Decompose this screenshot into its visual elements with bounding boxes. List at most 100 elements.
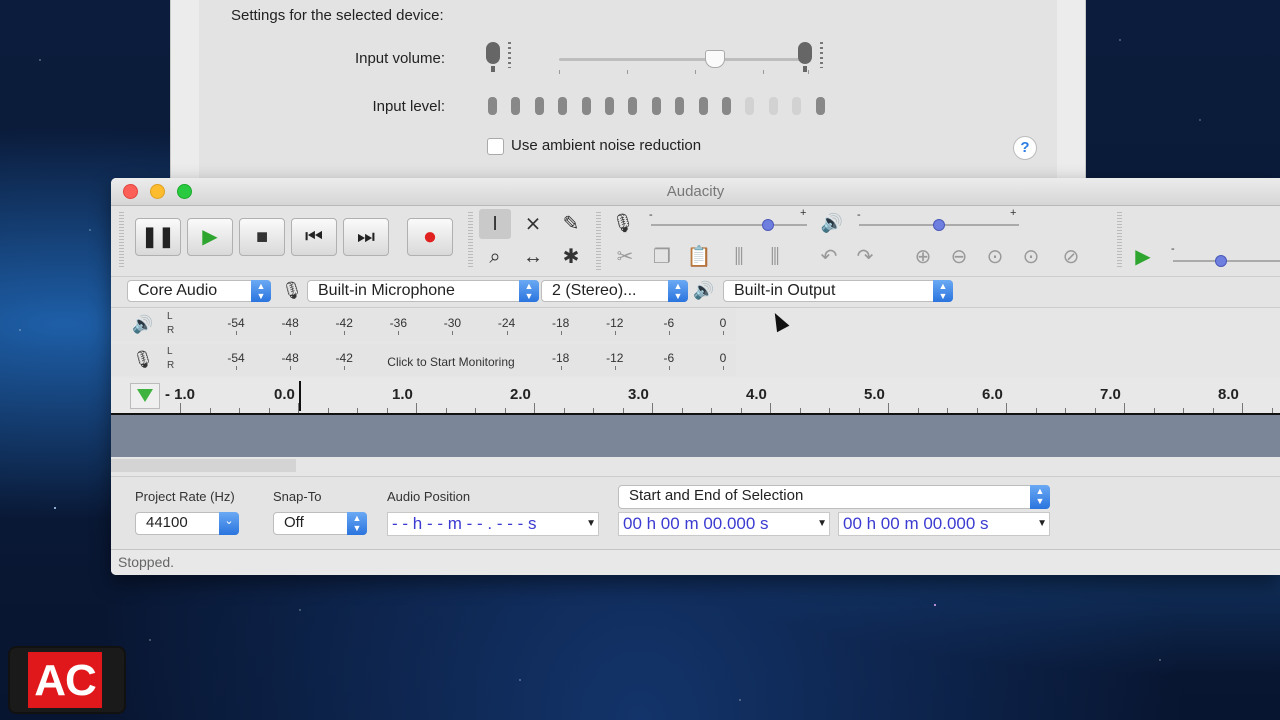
selection-end-field[interactable]: 00 h 00 m 00.000 s ▼ xyxy=(838,512,1050,536)
playback-volume-thumb[interactable] xyxy=(933,219,945,231)
title-bar[interactable]: Audacity xyxy=(111,178,1280,206)
meter-grip[interactable] xyxy=(596,212,601,272)
ruler-tick xyxy=(740,408,742,413)
selection-start-field[interactable]: 00 h 00 m 00.000 s ▼ xyxy=(618,512,830,536)
scrollbar-thumb[interactable] xyxy=(111,459,296,472)
mic-high-icon xyxy=(798,42,812,72)
track-area[interactable] xyxy=(111,415,1280,457)
help-button[interactable]: ? xyxy=(1013,136,1037,160)
recording-volume-slider[interactable] xyxy=(651,219,807,231)
trim-button[interactable]: ⫼ xyxy=(723,242,755,272)
fit-project-button[interactable]: ⊙ xyxy=(1015,242,1047,272)
tools-grip[interactable] xyxy=(468,212,473,268)
envelope-tool[interactable]: ⨯ xyxy=(517,209,549,239)
meter-scale-tick xyxy=(560,366,562,370)
dropdown-arrow-icon: ▼ xyxy=(586,518,596,529)
ruler-label: 5.0 xyxy=(864,386,885,403)
record-volume-mic-icon: 🎙 xyxy=(611,213,635,233)
play-at-speed-thumb[interactable] xyxy=(1215,255,1227,267)
zoom-tool[interactable]: ⌕ xyxy=(479,242,511,272)
stop-icon: ■ xyxy=(255,226,269,248)
zoom-in-button[interactable]: ⊕ xyxy=(907,242,939,272)
meter-scale-tick xyxy=(506,331,508,335)
meter-scale-tick xyxy=(614,366,616,370)
input-level-segment xyxy=(651,97,661,115)
skip-to-end-button[interactable]: ⏭ xyxy=(343,218,389,256)
play-head-triangle-icon xyxy=(137,389,153,402)
input-device-value: Built-in Microphone xyxy=(318,282,455,299)
pin-button[interactable] xyxy=(130,383,160,409)
scissors-icon: ✂ xyxy=(616,246,634,268)
zoom-toggle-button[interactable]: ⊘ xyxy=(1055,242,1087,272)
input-settings-section: Settings for the selected device: Input … xyxy=(199,0,1057,178)
ambient-noise-checkbox[interactable] xyxy=(487,138,504,155)
settings-heading: Settings for the selected device: xyxy=(231,7,444,24)
meter-scale-tick xyxy=(290,331,292,335)
audio-position-field[interactable]: - - h - - m - - . - - - s ▼ xyxy=(387,512,599,536)
ruler-tick xyxy=(1153,408,1155,413)
playback-volume-speaker-icon: 🔊 xyxy=(820,213,844,233)
meter-scale-label: -12 xyxy=(606,351,624,365)
meter-channel-left: L xyxy=(167,311,173,322)
meter-scale-tick xyxy=(560,331,562,335)
pause-button[interactable]: ❚❚ xyxy=(135,218,181,256)
record-meter[interactable]: Click to Start Monitoring -54 -48 -42 -18 -1… xyxy=(179,348,729,372)
undo-button[interactable]: ↶ xyxy=(813,242,845,272)
audio-host-value: Core Audio xyxy=(138,282,218,299)
selection-mode-select[interactable]: Start and End of Selection ▲ ▼ xyxy=(618,485,1050,509)
play-at-speed-button[interactable]: ▶ xyxy=(1127,242,1159,272)
meter-scale-label: -48 xyxy=(281,316,299,330)
input-device-select[interactable]: Built-in Microphone ▲ ▼ xyxy=(307,280,539,302)
monitor-hint[interactable]: Click to Start Monitoring xyxy=(387,355,514,369)
meter-scale-tick xyxy=(723,331,724,335)
channel-logo: AC xyxy=(8,646,126,714)
cursor-line xyxy=(299,381,301,411)
play-at-speed-grip[interactable] xyxy=(1117,212,1122,268)
input-volume-label: Input volume: xyxy=(354,50,445,67)
horizontal-scrollbar[interactable] xyxy=(111,457,1280,475)
i-beam-icon: Ι xyxy=(492,213,498,235)
audio-position-label: Audio Position xyxy=(387,489,471,504)
input-volume-thumb[interactable] xyxy=(705,50,725,68)
output-device-select[interactable]: Built-in Output ▲ ▼ xyxy=(723,280,953,302)
input-volume-slider[interactable] xyxy=(559,50,809,74)
play-button[interactable]: ▶ xyxy=(187,218,233,256)
audio-position-value: - - h - - m - - . - - - s xyxy=(392,514,537,533)
meter-scale-label: -24 xyxy=(497,316,516,330)
zoom-out-button[interactable]: ⊖ xyxy=(943,242,975,272)
draw-tool[interactable]: ✎ xyxy=(555,209,587,239)
copy-button[interactable]: ❐ xyxy=(646,242,678,272)
input-level-segment xyxy=(488,97,497,115)
meter-scale-tick xyxy=(236,366,237,370)
play-icon: ▶ xyxy=(1135,246,1151,268)
snap-to-select[interactable]: Off ▲ ▼ xyxy=(273,512,367,535)
snap-to-value: Off xyxy=(284,514,304,531)
selection-tool[interactable]: Ι xyxy=(479,209,511,239)
fit-selection-button[interactable]: ⊙ xyxy=(979,242,1011,272)
playback-meter[interactable]: -54 -48 -42 -36 -30 -24 -18 -12 -6 0 xyxy=(179,313,729,337)
silence-button[interactable]: ⫼ xyxy=(759,242,791,272)
cut-button[interactable]: ✂ xyxy=(609,242,641,272)
multi-tool[interactable]: ✱ xyxy=(555,242,587,272)
timeline-ruler[interactable]: - 1.0 0.0 1.0 2.0 3.0 4.0 5.0 6.0 7.0 8.0 xyxy=(111,378,1280,415)
toolbar-grip[interactable] xyxy=(119,212,124,268)
input-channels-select[interactable]: 2 (Stereo)... ▲ ▼ xyxy=(541,280,688,302)
project-rate-select[interactable]: 44100 ⌄ xyxy=(135,512,239,535)
record-button[interactable]: ● xyxy=(407,218,453,256)
playback-volume-slider[interactable] xyxy=(859,219,1019,231)
play-at-speed-slider[interactable] xyxy=(1173,255,1280,267)
playback-meter-speaker-icon[interactable]: 🔊 xyxy=(127,310,159,340)
input-level-segment xyxy=(534,97,544,115)
skip-to-start-button[interactable]: ⏮ xyxy=(291,218,337,256)
time-shift-tool[interactable]: ↔ xyxy=(517,242,549,272)
paste-button[interactable]: 📋 xyxy=(683,242,715,272)
meter-scale-label: -6 xyxy=(663,316,675,330)
redo-button[interactable]: ↷ xyxy=(849,242,881,272)
audio-host-select[interactable]: Core Audio ▲ ▼ xyxy=(127,280,271,302)
record-meter-mic-icon[interactable]: 🎙 xyxy=(127,345,159,375)
stop-button[interactable]: ■ xyxy=(239,218,285,256)
chevron-down-icon: ⌄ xyxy=(219,512,239,535)
selection-toolbar: Project Rate (Hz) 44100 ⌄ Snap-To Off ▲ ▼… xyxy=(111,476,1280,550)
input-level-segment xyxy=(605,97,614,115)
recording-volume-thumb[interactable] xyxy=(762,219,774,231)
